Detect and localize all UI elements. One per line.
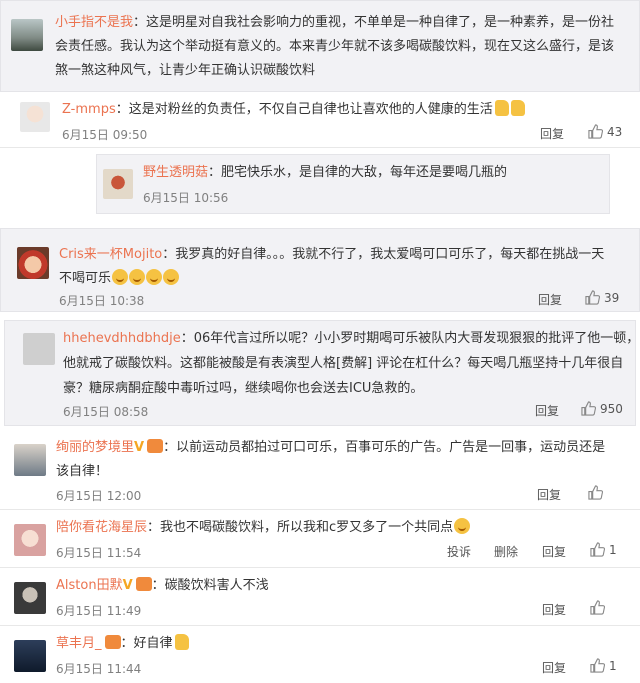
timestamp: 6月15日 12:00 (56, 489, 142, 503)
fan-badge-icon (135, 577, 152, 591)
like-button[interactable]: 950 (581, 401, 623, 416)
thumbs-up-icon (590, 542, 605, 557)
comment-text: hhehevdhhdbhdje：06年代言过所以呢？小小罗时期喝可乐被队内大哥发… (63, 331, 640, 346)
report-button[interactable]: 投诉 (447, 543, 471, 560)
avatar[interactable] (11, 19, 43, 51)
reply-button[interactable]: 回复 (535, 402, 559, 419)
thumbs-up-icon (588, 124, 603, 139)
comment-text: Alston田默V ：碳酸饮料害人不浅 (56, 577, 269, 593)
avatar[interactable] (17, 247, 49, 279)
smile-emoji-icon (163, 269, 180, 285)
comment-text: Cris来一杯Mojito：我罗真的好自律。。。我就不行了，我太爱喝可口可乐了，… (59, 247, 605, 262)
avatar[interactable] (103, 169, 133, 199)
timestamp: 6月15日 11:54 (56, 546, 142, 560)
avatar[interactable] (14, 524, 46, 556)
comment-card: Alston田默V ：碳酸饮料害人不浅 6月15日 11:49 回复 (0, 570, 640, 626)
comment-card: Z-mmps：这是对粉丝的负责任，不仅自己自律也让喜欢他的人健康的生活 6月15… (0, 92, 640, 148)
like-button[interactable]: 1 (590, 658, 617, 673)
like-button[interactable]: 43 (588, 124, 622, 139)
comment-text: 绚丽的梦境里V ：以前运动员都拍过可口可乐，百事可乐的广告。广告是一回事，运动员还… (56, 439, 606, 455)
comment-card: 小手指不是我：这是明星对自我社会影响力的重视，不单单是一种自律了，是一种素养，是… (0, 0, 640, 92)
comment-card: 野生透明菇：肥宅快乐水，是自律的大敌，每年还是要喝几瓶的 6月15日 10:56 (96, 154, 610, 214)
avatar[interactable] (14, 640, 46, 672)
comment-card: 绚丽的梦境里V ：以前运动员都拍过可口可乐，百事可乐的广告。广告是一回事，运动员还… (0, 432, 640, 510)
smile-emoji-icon (146, 269, 163, 285)
thumbs-emoji-icon (174, 634, 189, 650)
comment-text: 他就戒了碳酸饮料。这都能被酸是有表演型人格[费解] 评论在杠什么？每天喝几瓶坚持… (63, 356, 624, 371)
verified-icon: V (122, 578, 133, 593)
comment-card: 陪你看花海星辰：我也不喝碳酸饮料，所以我和c罗又多了一个共同点 6月15日 11… (0, 512, 640, 568)
timestamp: 6月15日 10:38 (59, 294, 145, 308)
username[interactable]: 草丰月_ (56, 636, 102, 651)
smile-emoji-icon (129, 269, 146, 285)
fan-badge-icon (147, 439, 164, 453)
timestamp: 6月15日 11:49 (56, 604, 142, 618)
timestamp: 6月15日 11:44 (56, 662, 142, 676)
username[interactable]: 绚丽的梦境里 (56, 440, 134, 455)
comment-text: 会责任感。我认为这个举动挺有意义的。本来青少年就不该多喝碳酸饮料，现在又这么盛行… (55, 39, 615, 54)
like-button[interactable]: 1 (590, 542, 617, 557)
timestamp: 6月15日 09:50 (62, 128, 148, 142)
thumbs-up-icon (590, 658, 605, 673)
comment-text: 野生透明菇：肥宅快乐水，是自律的大敌，每年还是要喝几瓶的 (143, 165, 508, 180)
comment-text: 豪？糖尿病酮症酸中毒听过吗，继续喝你也会送去ICU急救的。 (63, 381, 424, 396)
comment-card: Cris来一杯Mojito：我罗真的好自律。。。我就不行了，我太爱喝可口可乐了，… (0, 228, 640, 312)
reply-button[interactable]: 回复 (542, 601, 566, 618)
fan-badge-icon (104, 635, 121, 649)
comment-text: 陪你看花海星辰：我也不喝碳酸饮料，所以我和c罗又多了一个共同点 (56, 516, 471, 540)
comment-text: 草丰月_ ：好自律 (56, 632, 189, 656)
avatar[interactable] (20, 102, 50, 132)
comment-text: 不喝可乐 (59, 267, 180, 291)
comment-text: 煞一煞这种风气，让青少年正确认识碳酸饮料 (55, 63, 316, 78)
username[interactable]: Z-mmps (62, 102, 116, 117)
timestamp: 6月15日 10:56 (143, 191, 229, 205)
like-button[interactable] (588, 485, 603, 500)
thumbs-up-icon (581, 401, 596, 416)
avatar[interactable] (14, 444, 46, 476)
smile-emoji-icon (454, 518, 471, 534)
username[interactable]: 小手指不是我 (55, 15, 133, 30)
username[interactable]: 野生透明菇 (143, 165, 208, 180)
reply-button[interactable]: 回复 (540, 125, 564, 142)
comment-text: 小手指不是我：这是明星对自我社会影响力的重视，不单单是一种自律了，是一种素养，是… (55, 15, 615, 30)
verified-icon: V (134, 440, 145, 455)
reply-button[interactable]: 回复 (542, 659, 566, 676)
reply-button[interactable]: 回复 (538, 291, 562, 308)
comment-card: hhehevdhhdbhdje：06年代言过所以呢？小小罗时期喝可乐被队内大哥发… (4, 320, 640, 426)
username[interactable]: Alston田默 (56, 578, 123, 593)
delete-button[interactable]: 删除 (494, 543, 518, 560)
username[interactable]: Cris来一杯Mojito (59, 247, 162, 262)
timestamp: 6月15日 08:58 (63, 405, 149, 419)
avatar[interactable] (23, 333, 55, 365)
thumbs-emoji-icon (494, 100, 509, 116)
username[interactable]: hhehevdhhdbhdje (63, 331, 181, 346)
reply-button[interactable]: 回复 (542, 543, 566, 560)
username[interactable]: 陪你看花海星辰 (56, 520, 147, 535)
like-button[interactable]: 39 (585, 290, 619, 305)
thumbs-emoji-icon (510, 100, 525, 116)
avatar[interactable] (14, 582, 46, 614)
comment-text: 该自律！ (56, 464, 109, 479)
reply-button[interactable]: 回复 (537, 486, 561, 503)
thumbs-up-icon (590, 600, 605, 615)
comment-text: Z-mmps：这是对粉丝的负责任，不仅自己自律也让喜欢他的人健康的生活 (62, 98, 525, 122)
like-button[interactable] (590, 600, 605, 615)
thumbs-up-icon (588, 485, 603, 500)
thumbs-up-icon (585, 290, 600, 305)
comment-card: 草丰月_ ：好自律 6月15日 11:44 回复 1 (0, 628, 640, 683)
smile-emoji-icon (112, 269, 129, 285)
